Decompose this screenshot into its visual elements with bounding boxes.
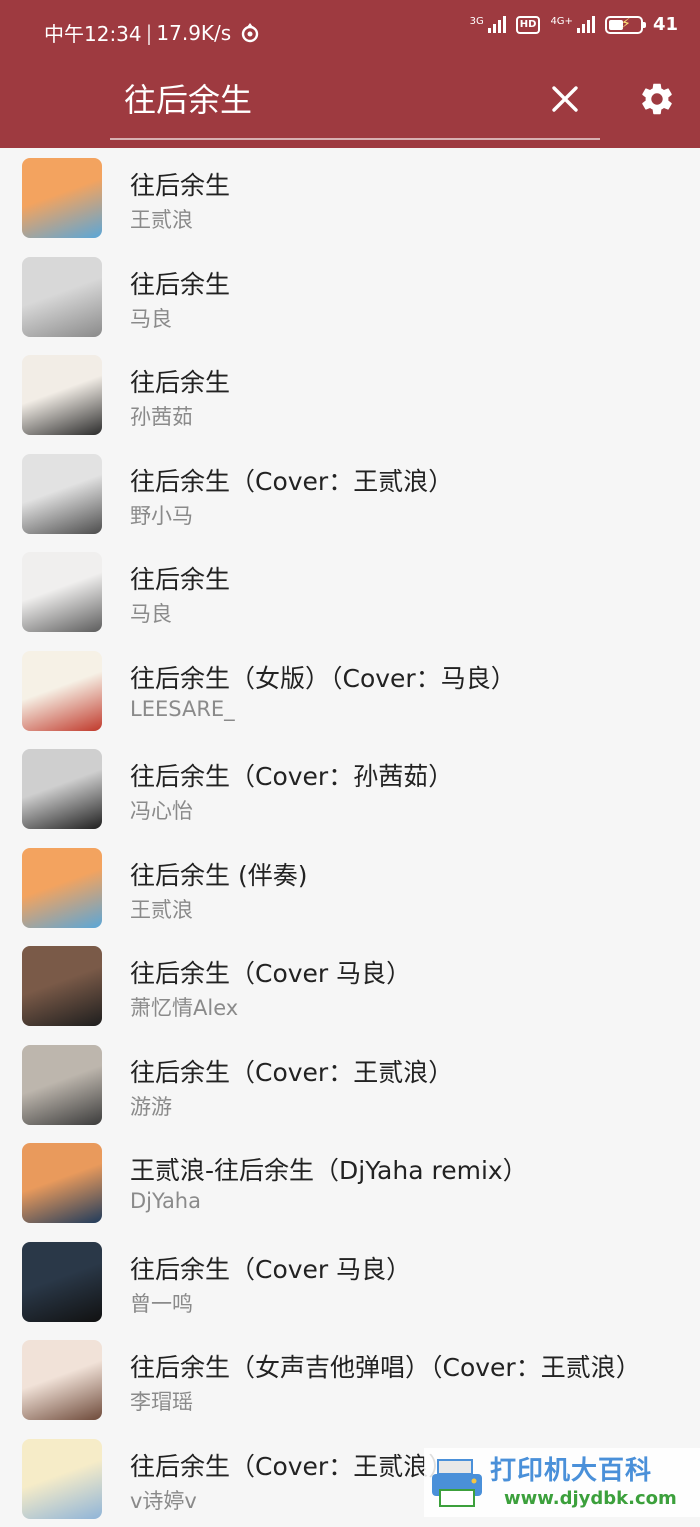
printer-logo-icon <box>430 1456 484 1510</box>
status-left: 中午12:34 | 17.9K/s <box>44 18 261 47</box>
song-artist: 冯心怡 <box>130 795 193 825</box>
status-time: 中午12:34 <box>44 18 142 47</box>
song-title: 往后余生（女版）（Cover：马良） <box>130 659 516 695</box>
watermark: 打印机大百科 www.djydbk.com <box>424 1448 700 1517</box>
album-cover-thumbnail <box>22 158 102 238</box>
song-list-item[interactable]: 往后余生（Cover：王贰浪）游游 <box>0 1035 700 1134</box>
song-artist: 马良 <box>130 303 172 333</box>
song-artist: 野小马 <box>130 500 193 530</box>
song-list-item[interactable]: 往后余生马良 <box>0 247 700 346</box>
song-list: 往后余生王贰浪往后余生马良往后余生孙茜茹往后余生（Cover：王贰浪）野小马往后… <box>0 148 700 1527</box>
song-title: 往后余生 <box>130 363 230 399</box>
clear-search-button[interactable] <box>544 78 586 120</box>
song-title: 往后余生 <box>130 265 230 301</box>
album-cover-thumbnail <box>22 552 102 632</box>
gear-icon <box>638 80 676 118</box>
battery-percent: 41 <box>653 14 678 35</box>
song-artist: DjYaha <box>130 1189 201 1213</box>
song-artist: v诗婷v <box>130 1485 197 1515</box>
watermark-text: 打印机大百科 <box>490 1450 652 1487</box>
song-list-item[interactable]: 往后余生（女版）（Cover：马良）LEESARE_ <box>0 641 700 740</box>
song-title: 往后余生 <box>130 560 230 596</box>
song-title: 往后余生（Cover 马良） <box>130 954 411 990</box>
song-artist: 孙茜茹 <box>130 401 193 431</box>
song-list-item[interactable]: 往后余生（Cover 马良）曾一鸣 <box>0 1232 700 1331</box>
song-list-item[interactable]: 往后余生 (伴奏)王贰浪 <box>0 838 700 937</box>
song-title: 往后余生（Cover：王贰浪） <box>130 1053 453 1089</box>
close-icon <box>551 85 579 113</box>
song-list-item[interactable]: 往后余生（Cover 马良）萧忆情Alex <box>0 936 700 1035</box>
song-title: 往后余生（Cover 马良） <box>130 1250 411 1286</box>
album-cover-thumbnail <box>22 946 102 1026</box>
song-title: 往后余生 (伴奏) <box>130 856 307 892</box>
album-cover-thumbnail <box>22 1340 102 1420</box>
song-list-item[interactable]: 往后余生王贰浪 <box>0 148 700 247</box>
hd-badge: HD <box>516 16 541 34</box>
song-list-item[interactable]: 往后余生孙茜茹 <box>0 345 700 444</box>
song-artist: LEESARE_ <box>130 697 235 721</box>
app-header: 中午12:34 | 17.9K/s 3G HD 4G+ ⚡ <box>0 0 700 148</box>
network-speed: 17.9K/s <box>156 21 231 45</box>
song-list-item[interactable]: 往后余生（Cover：王贰浪）野小马 <box>0 444 700 543</box>
settings-button[interactable] <box>634 76 680 122</box>
song-artist: 游游 <box>130 1091 172 1121</box>
song-title: 王贰浪-往后余生（DjYaha remix） <box>130 1151 528 1187</box>
song-artist: 马良 <box>130 598 172 628</box>
song-artist: 王贰浪 <box>130 894 193 924</box>
signal-3g-icon: 3G <box>470 16 506 33</box>
signal-4g-icon: 4G+ <box>550 16 595 33</box>
status-right: 3G HD 4G+ ⚡ 41 <box>470 14 678 35</box>
album-cover-thumbnail <box>22 1439 102 1519</box>
hotspot-icon <box>239 22 261 44</box>
album-cover-thumbnail <box>22 1242 102 1322</box>
song-artist: 李瑁瑶 <box>130 1386 193 1416</box>
album-cover-thumbnail <box>22 651 102 731</box>
album-cover-thumbnail <box>22 1045 102 1125</box>
album-cover-thumbnail <box>22 355 102 435</box>
song-title: 往后余生（Cover：王贰浪） <box>130 462 453 498</box>
song-title: 往后余生（女声吉他弹唱）（Cover：王贰浪） <box>130 1348 641 1384</box>
album-cover-thumbnail <box>22 454 102 534</box>
song-title: 往后余生（Cover：孙茜茹） <box>130 757 453 793</box>
song-list-item[interactable]: 往后余生马良 <box>0 542 700 641</box>
song-list-item[interactable]: 往后余生（Cover：孙茜茹）冯心怡 <box>0 739 700 838</box>
search-input[interactable] <box>110 70 574 126</box>
album-cover-thumbnail <box>22 749 102 829</box>
song-artist: 王贰浪 <box>130 204 193 234</box>
album-cover-thumbnail <box>22 257 102 337</box>
song-title: 往后余生（Cover：王贰浪） <box>130 1447 453 1483</box>
song-list-item[interactable]: 往后余生（女声吉他弹唱）（Cover：王贰浪）李瑁瑶 <box>0 1330 700 1429</box>
search-underline <box>110 138 600 140</box>
status-bar: 中午12:34 | 17.9K/s 3G HD 4G+ ⚡ <box>0 0 700 62</box>
song-title: 往后余生 <box>130 166 230 202</box>
album-cover-thumbnail <box>22 1143 102 1223</box>
song-list-item[interactable]: 王贰浪-往后余生（DjYaha remix）DjYaha <box>0 1133 700 1232</box>
album-cover-thumbnail <box>22 848 102 928</box>
battery-icon: ⚡ <box>605 16 643 34</box>
song-artist: 萧忆情Alex <box>130 992 238 1022</box>
song-artist: 曾一鸣 <box>130 1288 193 1318</box>
watermark-url: www.djydbk.com <box>504 1488 677 1509</box>
